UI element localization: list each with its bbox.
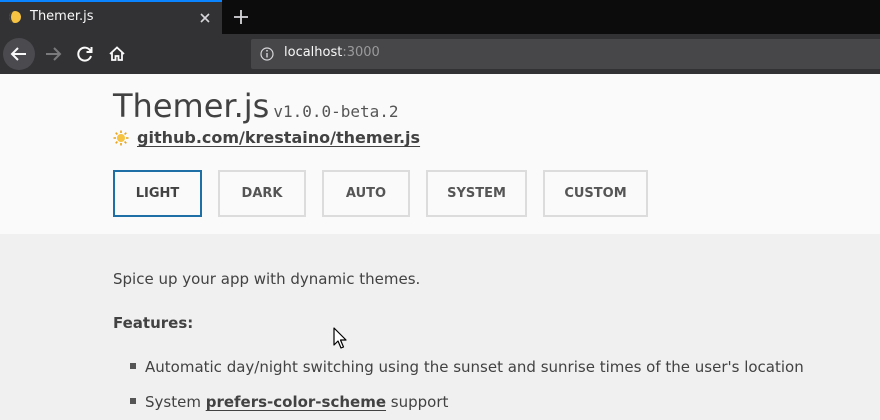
url-host: localhost	[284, 45, 343, 60]
moon-favicon-icon	[9, 11, 21, 23]
features-heading: Features:	[113, 314, 194, 332]
light-theme-button[interactable]: LIGHT	[113, 170, 202, 217]
page-title: Themer.js v1.0.0-beta.2	[113, 87, 399, 125]
browser-tab[interactable]: Themer.js	[0, 0, 222, 34]
feature-list-item: Automatic day/night switching using the …	[130, 358, 804, 376]
bullet-icon	[130, 397, 136, 404]
version-label: v1.0.0-beta.2	[273, 102, 399, 121]
reload-button[interactable]	[69, 38, 101, 70]
forward-button[interactable]	[37, 38, 69, 70]
repo-link[interactable]: github.com/krestaino/themer.js	[137, 128, 420, 147]
sun-icon	[113, 130, 129, 146]
info-icon[interactable]	[260, 47, 274, 61]
bullet-icon	[130, 362, 136, 369]
back-arrow-icon	[10, 47, 26, 61]
close-icon[interactable]	[198, 11, 212, 25]
url-bar[interactable]: localhost:3000	[251, 39, 880, 69]
feature-text-prefix: System	[145, 393, 206, 411]
plus-icon[interactable]	[231, 7, 251, 27]
browser-nav-bar: localhost:3000	[0, 34, 880, 74]
system-theme-button[interactable]: SYSTEM	[426, 170, 527, 217]
forward-arrow-icon	[46, 47, 62, 61]
main-content: Spice up your app with dynamic themes. F…	[0, 234, 880, 420]
back-button[interactable]	[3, 38, 35, 70]
app-name: Themer.js	[113, 87, 270, 125]
url-port: :3000	[342, 45, 380, 60]
feature-list-item: System prefers-color-scheme support	[130, 393, 448, 411]
cursor-pointer-icon	[333, 327, 347, 349]
home-icon	[109, 46, 125, 61]
browser-tab-bar: Themer.js	[0, 0, 880, 34]
custom-theme-button[interactable]: CUSTOM	[543, 170, 648, 217]
reload-icon	[77, 46, 93, 62]
tab-title: Themer.js	[30, 9, 94, 24]
tagline: Spice up your app with dynamic themes.	[113, 270, 421, 288]
feature-text: Automatic day/night switching using the …	[145, 358, 804, 376]
home-button[interactable]	[101, 38, 133, 70]
prefers-color-scheme-link[interactable]: prefers-color-scheme	[206, 393, 386, 411]
url-text: localhost:3000	[284, 45, 380, 60]
auto-theme-button[interactable]: AUTO	[322, 170, 410, 217]
page-header: Themer.js v1.0.0-beta.2 github.com/kresta…	[0, 74, 880, 234]
feature-text-suffix: support	[386, 393, 449, 411]
dark-theme-button[interactable]: DARK	[218, 170, 306, 217]
